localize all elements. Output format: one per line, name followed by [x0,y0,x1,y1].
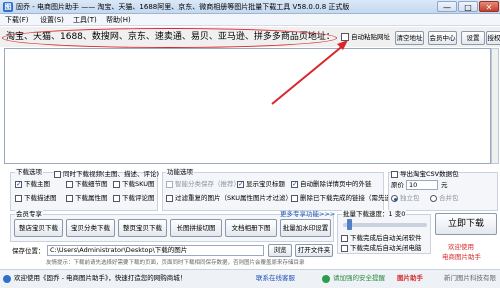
auto-shutdown-checkbox[interactable] [341,245,348,252]
merged-package-radio[interactable] [430,195,437,202]
show-title-label: 显示宝贝标题 [246,180,285,188]
remove-external-links-label: 自动删除详情页中的外链 [300,180,372,188]
info-icon [3,275,11,283]
save-location-label: 保存位置： [12,247,45,255]
sku-image-label: 下载SKU图 [122,180,155,188]
review-image-checkbox[interactable] [113,195,120,202]
browse-button[interactable]: 浏览 [268,244,292,257]
description-image-checkbox[interactable] [15,195,22,202]
separate-package-radio[interactable] [391,195,398,202]
download-options-title: 下载选项 [15,168,43,176]
open-folder-button[interactable]: 打开文件夹 [295,244,333,257]
smart-classify-checkbox[interactable] [166,181,173,188]
attribute-image-checkbox[interactable] [66,195,73,202]
security-notice-text: 请加强的安全提醒 [333,274,385,282]
merged-package-label: 合并包 [439,194,459,202]
sku-image-checkbox[interactable] [113,181,120,188]
price-label: 原价 [391,181,404,189]
promo-line-2: 电商图片助手 [442,253,481,261]
security-icon [322,275,330,283]
auto-close-app-checkbox[interactable] [341,235,348,242]
speed-slider-track[interactable] [343,223,427,227]
auto-close-app-label: 下载完成后自动关闭软件 [350,234,422,242]
attribute-image-label: 下载属性图 [75,194,108,202]
show-title-checkbox[interactable] [237,180,244,188]
member-panel-title: 会员专享 [15,210,43,218]
price-input[interactable]: 10 [406,180,438,190]
export-csv-checkbox[interactable] [391,171,398,178]
smart-classify-label: 智能分类保存（推荐） [175,180,240,188]
function-options-panel [162,172,384,211]
watermark-settings-button[interactable]: 批量加水印设置 [280,219,331,237]
status-bar: 欢迎使用《固乔 - 电商图片助手》，快速打造您的网购商城！ 联系在线客服 请加强… [0,269,500,288]
detail-image-checkbox[interactable] [66,181,73,188]
download-video-checkbox[interactable] [54,171,61,178]
delete-finished-links-checkbox[interactable] [291,195,298,202]
contact-support-link[interactable]: 联系在线客服 [256,274,295,283]
category-download-button[interactable]: 宝贝分类下载 [66,219,115,237]
doc-album-download-button[interactable]: 文档相册下图 [225,219,277,237]
export-csv-label: 导出淘宝CSV数据包 [400,170,459,178]
company-label: 新门图片科技有限 [444,274,496,282]
more-features-link[interactable]: 更多专享功能>>> [280,210,335,218]
long-image-split-button[interactable]: 长图拼接切图 [170,219,222,237]
detail-image-label: 下载细节图 [75,180,108,188]
start-download-button[interactable]: 立即下载 [435,213,497,235]
review-image-label: 下载评论图 [122,194,155,202]
speed-slider-handle[interactable] [347,219,352,230]
brand-label: 图片助手 [397,274,423,282]
status-welcome-text: 欢迎使用《固乔 - 电商图片助手》，快速打造您的网购商城！ [14,274,187,282]
filter-duplicates-label: 过滤重复的图片（SKU属性图片才过滤） [175,194,292,202]
whole-store-download-button[interactable]: 整店宝贝下载 [14,219,63,237]
price-unit-label: 元 [441,181,448,189]
download-video-label: 同时下载视频(主图、描述、评论) [63,170,160,178]
speed-title: 批量下载速度：1 变0 [342,210,407,218]
main-image-label: 下载主图 [24,180,50,188]
separate-package-label: 独立包 [400,194,420,202]
save-path-input[interactable]: C:\Users\Administrator\Desktop\下载的图片 [47,245,264,256]
promo-line-1: 欢迎使用 [448,243,474,251]
description-image-label: 下载描述图 [24,194,57,202]
function-options-title: 功能选项 [166,168,194,176]
save-hint-text: 友情提示：下载前请先选择好需要下载的页面，页面同时下载相同保存数据，否则图片会覆… [46,260,305,266]
remove-external-links-checkbox[interactable] [291,180,298,188]
filter-duplicates-checkbox[interactable] [166,195,173,202]
auto-shutdown-label: 下载完成后自动关闭电脑 [350,244,422,252]
main-image-checkbox[interactable] [15,180,22,188]
whole-page-download-button[interactable]: 整页宝贝下载 [118,219,167,237]
